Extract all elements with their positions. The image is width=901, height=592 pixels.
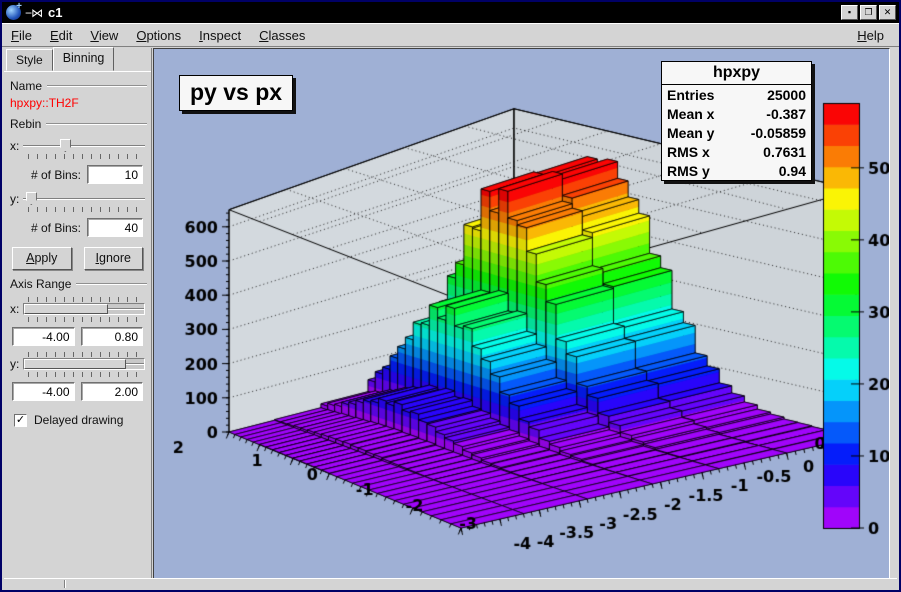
pin-icon[interactable]: −⋈ bbox=[25, 6, 42, 20]
rebin-section-header: Rebin bbox=[10, 117, 147, 131]
axis-x-ruler-bottom bbox=[28, 317, 145, 322]
axis-y-ruler-bottom bbox=[28, 372, 145, 377]
rebin-y-bins-input[interactable] bbox=[87, 218, 143, 237]
rebin-y-slider[interactable] bbox=[23, 192, 145, 206]
rebin-x-slider-thumb[interactable] bbox=[60, 139, 71, 152]
axis-x-range-slider[interactable] bbox=[23, 303, 145, 315]
menu-options[interactable]: Options bbox=[127, 25, 190, 46]
close-button[interactable]: ✕ bbox=[879, 5, 896, 20]
axis-x-label: x: bbox=[10, 302, 19, 316]
rebin-y-ruler bbox=[28, 207, 145, 212]
stats-label: Mean x bbox=[667, 106, 714, 122]
rebin-x-slider[interactable] bbox=[23, 139, 145, 153]
plot-area: py vs px hpxpy Entries 25000 Mean x -0.387… bbox=[153, 48, 890, 580]
rebin-y-label: y: bbox=[10, 192, 19, 206]
axis-range-label: Axis Range bbox=[10, 277, 71, 291]
stats-label: Entries bbox=[667, 87, 714, 103]
minimize-button[interactable]: ▪ bbox=[841, 5, 858, 20]
axis-y-range-bar[interactable] bbox=[24, 359, 126, 369]
name-label: Name bbox=[10, 79, 42, 93]
delayed-drawing-label: Delayed drawing bbox=[34, 413, 123, 427]
maximize-button[interactable]: ❐ bbox=[860, 5, 877, 20]
menu-view[interactable]: View bbox=[81, 25, 127, 46]
stats-label: RMS x bbox=[667, 144, 710, 160]
stats-value: -0.387 bbox=[766, 106, 806, 122]
menu-inspect[interactable]: Inspect bbox=[190, 25, 250, 46]
rebin-x-bins-input[interactable] bbox=[87, 165, 143, 184]
tab-binning[interactable]: Binning bbox=[53, 47, 115, 71]
rebin-y-slider-thumb[interactable] bbox=[26, 192, 37, 205]
menu-help[interactable]: Help bbox=[848, 25, 893, 46]
axis-y-max-input[interactable] bbox=[81, 382, 144, 401]
status-strip bbox=[4, 578, 897, 588]
stats-box[interactable]: hpxpy Entries 25000 Mean x -0.387 Mean y -0… bbox=[661, 61, 812, 181]
rebin-x-ruler bbox=[28, 154, 145, 159]
editor-tabs: Style Binning bbox=[4, 48, 151, 72]
rebin-y-bins-label: # of Bins: bbox=[31, 221, 81, 235]
axis-y-range-slider[interactable] bbox=[23, 358, 145, 370]
stats-value: -0.05859 bbox=[751, 125, 806, 141]
rebin-x-label: x: bbox=[10, 139, 19, 153]
menu-file[interactable]: File bbox=[2, 25, 41, 46]
window-title: c1 bbox=[48, 5, 62, 20]
menu-bar: File Edit View Options Inspect Classes H… bbox=[2, 23, 899, 47]
tab-style[interactable]: Style bbox=[6, 49, 53, 71]
histogram-name-value: hpxpy::TH2F bbox=[10, 96, 145, 110]
axis-x-max-input[interactable] bbox=[81, 327, 144, 346]
rebin-label: Rebin bbox=[10, 117, 41, 131]
menu-classes[interactable]: Classes bbox=[250, 25, 314, 46]
delayed-drawing-checkbox[interactable]: ✓ bbox=[14, 414, 27, 427]
menu-edit[interactable]: Edit bbox=[41, 25, 81, 46]
axis-y-min-input[interactable] bbox=[12, 382, 75, 401]
stats-value: 25000 bbox=[767, 87, 806, 103]
axis-range-section-header: Axis Range bbox=[10, 277, 147, 291]
stats-value: 0.94 bbox=[779, 163, 806, 179]
root-app-icon bbox=[6, 5, 21, 20]
title-bar[interactable]: −⋈ c1 ▪ ❐ ✕ bbox=[2, 2, 899, 23]
plot-title-box[interactable]: py vs px bbox=[179, 75, 293, 111]
axis-y-label: y: bbox=[10, 357, 19, 371]
apply-button[interactable]: Apply bbox=[12, 247, 72, 270]
ignore-button[interactable]: Ignore bbox=[84, 247, 144, 270]
stats-title: hpxpy bbox=[662, 62, 811, 85]
axis-x-min-input[interactable] bbox=[12, 327, 75, 346]
editor-sidebar: Style Binning Name hpxpy::TH2F Rebin x: … bbox=[4, 48, 152, 580]
name-section-header: Name bbox=[10, 79, 147, 93]
stats-label: Mean y bbox=[667, 125, 714, 141]
rebin-x-bins-label: # of Bins: bbox=[31, 168, 81, 182]
stats-value: 0.7631 bbox=[763, 144, 806, 160]
stats-label: RMS y bbox=[667, 163, 710, 179]
root-canvas-window: −⋈ c1 ▪ ❐ ✕ File Edit View Options Inspe… bbox=[0, 0, 901, 592]
axis-x-range-bar[interactable] bbox=[24, 304, 108, 314]
